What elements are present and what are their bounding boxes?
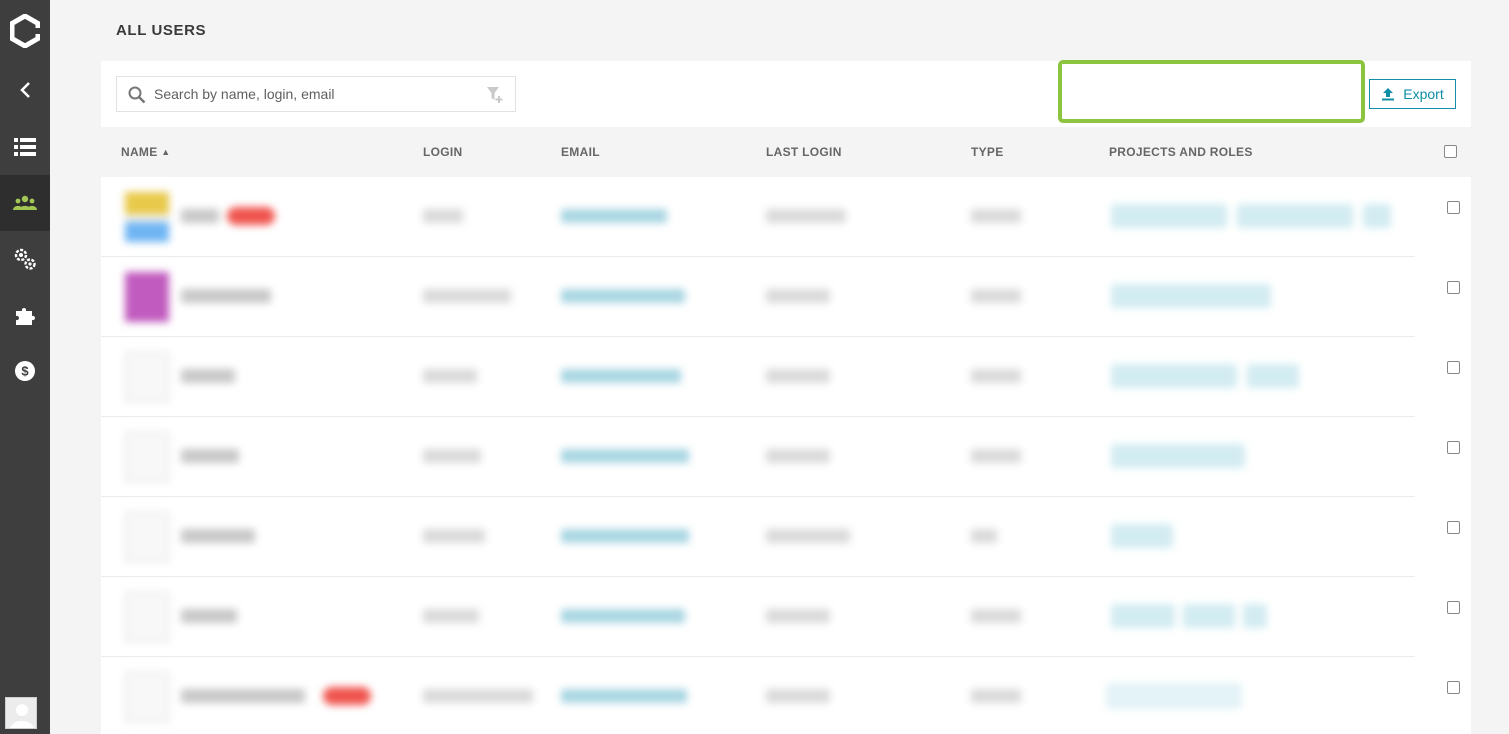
logo-icon <box>10 14 40 48</box>
toolbar: Export <box>101 60 1471 127</box>
row-checkbox[interactable] <box>1447 201 1460 214</box>
table-row[interactable] <box>101 257 1471 337</box>
row-blurred-content <box>101 657 1415 734</box>
row-blurred-content <box>101 177 1415 257</box>
column-header-type[interactable]: TYPE <box>971 145 1004 159</box>
row-blurred-content <box>101 257 1415 337</box>
sidebar-item-billing[interactable]: $ <box>0 343 50 399</box>
row-checkbox[interactable] <box>1447 521 1460 534</box>
filter-add-icon[interactable] <box>486 86 504 109</box>
search-icon <box>128 86 146 109</box>
column-header-projects-roles: PROJECTS AND ROLES <box>1109 145 1253 159</box>
app-logo[interactable] <box>0 0 50 62</box>
column-header-name[interactable]: NAME ▲ <box>121 145 170 159</box>
row-checkbox[interactable] <box>1447 361 1460 374</box>
search-input[interactable] <box>154 77 474 111</box>
dollar-icon: $ <box>15 361 35 381</box>
search-box <box>116 76 516 112</box>
column-header-last-login[interactable]: LAST LOGIN <box>766 145 842 159</box>
column-header-name-label: NAME <box>121 145 158 159</box>
upload-icon <box>1382 88 1395 101</box>
gears-icon <box>14 248 36 270</box>
chevron-left-icon <box>20 82 30 98</box>
users-icon <box>13 195 37 210</box>
highlighted-empty-area <box>1058 60 1365 123</box>
list-icon <box>14 138 36 156</box>
svg-text:$: $ <box>21 364 29 379</box>
sidebar-item-users[interactable] <box>0 175 50 231</box>
column-header-email[interactable]: EMAIL <box>561 145 600 159</box>
table-row[interactable] <box>101 177 1471 257</box>
row-checkbox[interactable] <box>1447 441 1460 454</box>
sidebar-item-plugins[interactable] <box>0 287 50 343</box>
table-row[interactable] <box>101 577 1471 657</box>
sidebar: $ <box>0 0 50 734</box>
row-checkbox[interactable] <box>1447 281 1460 294</box>
row-checkbox[interactable] <box>1447 601 1460 614</box>
table-row[interactable] <box>101 337 1471 417</box>
row-checkbox[interactable] <box>1447 681 1460 694</box>
select-all-checkbox[interactable] <box>1444 145 1457 158</box>
row-blurred-content <box>101 337 1415 417</box>
table-row[interactable] <box>101 657 1471 734</box>
export-button[interactable]: Export <box>1369 79 1456 109</box>
page-title: ALL USERS <box>116 22 207 39</box>
table-row[interactable] <box>101 417 1471 497</box>
column-header-login[interactable]: LOGIN <box>423 145 463 159</box>
user-avatar[interactable] <box>5 697 37 729</box>
table-row[interactable] <box>101 497 1471 577</box>
row-blurred-content <box>101 577 1415 657</box>
row-blurred-content <box>101 497 1415 577</box>
user-silhouette-icon <box>6 698 36 728</box>
sidebar-item-settings[interactable] <box>0 231 50 287</box>
row-blurred-content <box>101 417 1415 497</box>
sidebar-item-projects[interactable] <box>0 119 50 175</box>
sidebar-item-back[interactable] <box>0 62 50 118</box>
sort-asc-icon: ▲ <box>161 147 171 157</box>
puzzle-icon <box>16 308 35 325</box>
export-label: Export <box>1403 86 1444 102</box>
